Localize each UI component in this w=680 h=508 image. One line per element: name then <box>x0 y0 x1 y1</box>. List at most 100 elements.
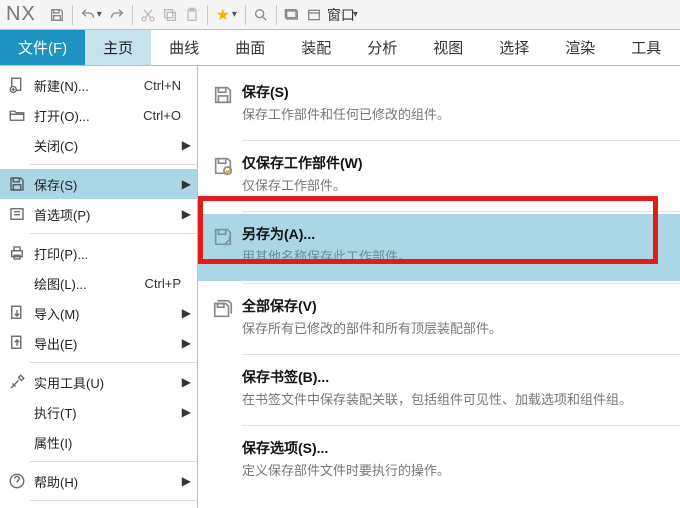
arrow-icon: ▶ <box>182 177 191 191</box>
arrow-icon: ▶ <box>182 474 191 488</box>
menu-label: 打印(P)... <box>34 244 88 263</box>
menu-label: 导出(E) <box>34 334 77 353</box>
submenu-desc: 保存所有已修改的部件和所有顶层装配部件。 <box>242 320 666 338</box>
submenu-title: 全部保存(V) <box>242 296 666 316</box>
ribbon-tab-view[interactable]: 视图 <box>415 30 481 65</box>
menu-import[interactable]: 导入(M) ▶ <box>0 298 197 328</box>
ribbon-tab-analysis[interactable]: 分析 <box>349 30 415 65</box>
arrow-icon: ▶ <box>182 375 191 389</box>
window-label[interactable]: 窗口 <box>327 5 355 25</box>
menu-label: 关闭(C) <box>34 136 78 155</box>
arrow-icon: ▶ <box>182 138 191 152</box>
blank-icon <box>208 367 238 409</box>
menu-properties[interactable]: 属性(I) <box>0 427 197 457</box>
submenu-title: 保存书签(B)... <box>242 367 666 387</box>
save-icon <box>6 173 28 195</box>
window-dropdown[interactable]: ▾ <box>353 9 358 20</box>
menu-save[interactable]: 保存(S) ▶ <box>0 169 197 199</box>
menu-plot[interactable]: 绘图(L)... Ctrl+P <box>0 268 197 298</box>
menu-utilities[interactable]: 实用工具(U) ▶ <box>0 367 197 397</box>
menu-label: 导入(M) <box>34 304 80 323</box>
submenu-desc: 定义保存部件文件时要执行的操作。 <box>242 462 666 480</box>
copy-icon[interactable] <box>159 4 181 26</box>
separator <box>30 500 197 501</box>
separator <box>242 354 680 355</box>
submenu-save-work[interactable]: 仅保存工作部件(W) 仅保存工作部件。 <box>198 143 680 209</box>
submenu-title: 保存选项(S)... <box>242 438 666 458</box>
menu-shortcut: Ctrl+O <box>143 108 189 123</box>
menu-close[interactable]: 关闭(C) ▶ <box>0 130 197 160</box>
menu-label: 属性(I) <box>34 433 72 452</box>
blank-icon <box>208 438 238 480</box>
ribbon: 文件(F) 主页 曲线 曲面 装配 分析 视图 选择 渲染 工具 <box>0 30 680 66</box>
submenu-title: 另存为(A)... <box>242 224 666 244</box>
blank-icon <box>6 401 28 423</box>
separator <box>242 140 680 141</box>
submenu-desc: 用其他名称保存此工作部件。 <box>242 248 666 266</box>
submenu-desc: 仅保存工作部件。 <box>242 177 666 195</box>
menu-help[interactable]: 帮助(H) ▶ <box>0 466 197 496</box>
favorite-icon[interactable]: ★ <box>212 4 234 26</box>
save-icon[interactable] <box>46 4 68 26</box>
import-icon <box>6 302 28 324</box>
menu-label: 执行(T) <box>34 403 77 422</box>
separator <box>245 5 246 25</box>
menu-execute[interactable]: 执行(T) ▶ <box>0 397 197 427</box>
save-all-icon <box>208 296 238 338</box>
window-icon-2[interactable] <box>303 4 325 26</box>
paste-icon[interactable] <box>181 4 203 26</box>
menu-shortcut: Ctrl+N <box>144 78 189 93</box>
submenu-desc: 保存工作部件和任何已修改的组件。 <box>242 106 666 124</box>
menu-print[interactable]: 打印(P)... <box>0 238 197 268</box>
separator <box>30 164 197 165</box>
submenu-desc: 在书签文件中保存装配关联，包括组件可见性、加载选项和组件组。 <box>242 391 666 409</box>
blank-icon <box>6 431 28 453</box>
ribbon-tab-curve[interactable]: 曲线 <box>151 30 217 65</box>
save-icon <box>208 82 238 124</box>
cut-icon[interactable] <box>137 4 159 26</box>
ribbon-tab-render[interactable]: 渲染 <box>547 30 613 65</box>
blank-icon <box>6 272 28 294</box>
separator <box>276 5 277 25</box>
submenu-save-as[interactable]: 另存为(A)... 用其他名称保存此工作部件。 <box>198 214 680 280</box>
menu-label: 打开(O)... <box>34 106 90 125</box>
arrow-icon: ▶ <box>182 405 191 419</box>
print-icon <box>6 242 28 264</box>
submenu-save-bookmark[interactable]: 保存书签(B)... 在书签文件中保存装配关联，包括组件可见性、加载选项和组件组… <box>198 357 680 423</box>
export-icon <box>6 332 28 354</box>
favorite-dropdown[interactable]: ▾ <box>232 9 237 20</box>
submenu-save-options[interactable]: 保存选项(S)... 定义保存部件文件时要执行的操作。 <box>198 428 680 494</box>
separator <box>72 5 73 25</box>
app-name: NX <box>0 3 46 26</box>
ribbon-tab-surface[interactable]: 曲面 <box>217 30 283 65</box>
menu-preferences[interactable]: 首选项(P) ▶ <box>0 199 197 229</box>
title-bar: NX ▾ ★ ▾ 窗口 ▾ <box>0 0 680 30</box>
ribbon-tab-file[interactable]: 文件(F) <box>0 30 85 65</box>
undo-dropdown[interactable]: ▾ <box>97 9 102 20</box>
submenu-save[interactable]: 保存(S) 保存工作部件和任何已修改的组件。 <box>198 72 680 138</box>
ribbon-tab-select[interactable]: 选择 <box>481 30 547 65</box>
menu-label: 新建(N)... <box>34 76 89 95</box>
separator <box>30 233 197 234</box>
menu-label: 首选项(P) <box>34 205 90 224</box>
ribbon-tab-assembly[interactable]: 装配 <box>283 30 349 65</box>
separator <box>30 362 197 363</box>
tools-icon <box>6 371 28 393</box>
search-icon[interactable] <box>250 4 272 26</box>
redo-icon[interactable] <box>106 4 128 26</box>
ribbon-tab-home[interactable]: 主页 <box>85 30 151 65</box>
arrow-icon: ▶ <box>182 336 191 350</box>
menu-open[interactable]: 打开(O)... Ctrl+O <box>0 100 197 130</box>
submenu-save-all[interactable]: 全部保存(V) 保存所有已修改的部件和所有顶层装配部件。 <box>198 286 680 352</box>
undo-icon[interactable] <box>77 4 99 26</box>
menu-new[interactable]: 新建(N)... Ctrl+N <box>0 70 197 100</box>
file-menu: 新建(N)... Ctrl+N 打开(O)... Ctrl+O 关闭(C) ▶ … <box>0 66 198 508</box>
menu-export[interactable]: 导出(E) ▶ <box>0 328 197 358</box>
preferences-icon <box>6 203 28 225</box>
menu-label: 实用工具(U) <box>34 373 104 392</box>
window-icon-1[interactable] <box>281 4 303 26</box>
save-submenu: 保存(S) 保存工作部件和任何已修改的组件。 仅保存工作部件(W) 仅保存工作部… <box>198 66 680 508</box>
ribbon-tab-tools[interactable]: 工具 <box>613 30 679 65</box>
open-icon <box>6 104 28 126</box>
help-icon <box>6 470 28 492</box>
